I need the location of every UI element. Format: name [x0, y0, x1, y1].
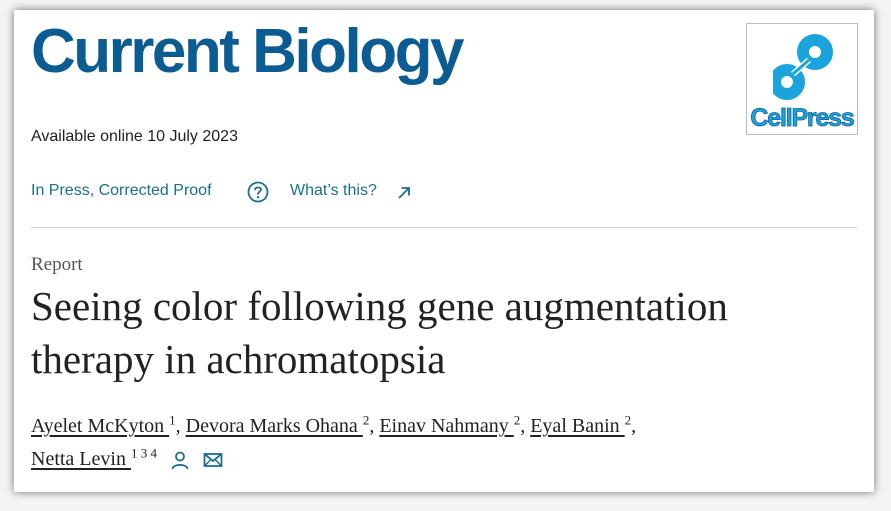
author-item: Einav Nahmany 2, [379, 413, 531, 437]
author-name-link[interactable]: Netta Levin [31, 448, 131, 470]
article-type: Report [31, 254, 83, 275]
journal-title[interactable]: Current Biology [31, 16, 464, 87]
author-item: Devora Marks Ohana 2, [186, 413, 380, 437]
person-icon[interactable] [170, 450, 190, 470]
author-list: Ayelet McKyton 1, Devora Marks Ohana 2, … [31, 410, 861, 476]
author-item: Ayelet McKyton 1, [31, 413, 186, 437]
question-circle-icon[interactable] [247, 181, 269, 203]
available-online-date: Available online 10 July 2023 [31, 128, 238, 145]
author-name-link[interactable]: Eyal Banin [530, 415, 624, 437]
author-item: Eyal Banin 2, [530, 413, 637, 437]
author-item: Netta Levin 1 3 4 [31, 445, 157, 470]
author-separator: , [369, 415, 380, 437]
author-affiliation[interactable]: 1 3 4 [131, 445, 157, 460]
cellpress-logo[interactable]: CellPress [746, 23, 858, 135]
article-header-card: Current Biology CellPress Available onli… [14, 10, 874, 492]
author-name-link[interactable]: Devora Marks Ohana [186, 415, 363, 437]
article-title-line-2: therapy in achromatopsia [31, 336, 446, 382]
article-title: Seeing color following gene augmentation… [31, 280, 871, 386]
cellpress-logo-icon [773, 34, 833, 100]
author-name-link[interactable]: Ayelet McKyton [31, 415, 169, 437]
envelope-icon[interactable] [203, 452, 223, 468]
whats-this-link[interactable]: What’s this? [290, 182, 377, 200]
author-name-link[interactable]: Einav Nahmany [379, 415, 513, 437]
author-separator: , [175, 415, 186, 437]
arrow-up-right-icon[interactable] [397, 186, 411, 200]
cellpress-logo-text: CellPress [750, 104, 855, 133]
in-press-link[interactable]: In Press, Corrected Proof [31, 182, 212, 200]
article-title-line-1: Seeing color following gene augmentation [31, 283, 728, 329]
author-separator: , [631, 415, 637, 437]
author-separator: , [520, 415, 531, 437]
divider [31, 227, 857, 228]
